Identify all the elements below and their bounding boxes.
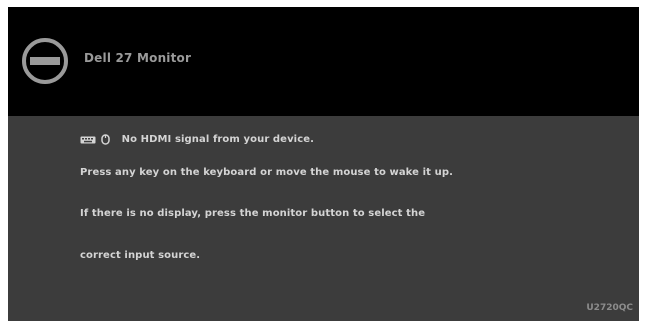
osd-header: Dell 27 Monitor	[8, 7, 639, 116]
mouse-icon	[101, 134, 110, 145]
no-signal-message: No HDMI signal from your device.	[121, 134, 315, 145]
osd-body: No HDMI signal from your device. Press a…	[8, 116, 639, 321]
dell-logo-icon	[22, 38, 68, 84]
message-line-3: If there is no display, press the monito…	[80, 208, 426, 219]
monitor-title: Dell 27 Monitor	[84, 51, 192, 65]
message-line-1: No HDMI signal from your device.	[80, 134, 314, 146]
message-line-4: correct input source.	[80, 250, 201, 261]
osd-dialog: Dell 27 Monitor No HDMI signal from your…	[8, 7, 639, 321]
input-device-icons	[80, 134, 110, 145]
message-line-2: Press any key on the keyboard or move th…	[80, 167, 453, 178]
keyboard-icon	[80, 136, 96, 143]
model-code: U2720QC	[586, 303, 633, 313]
